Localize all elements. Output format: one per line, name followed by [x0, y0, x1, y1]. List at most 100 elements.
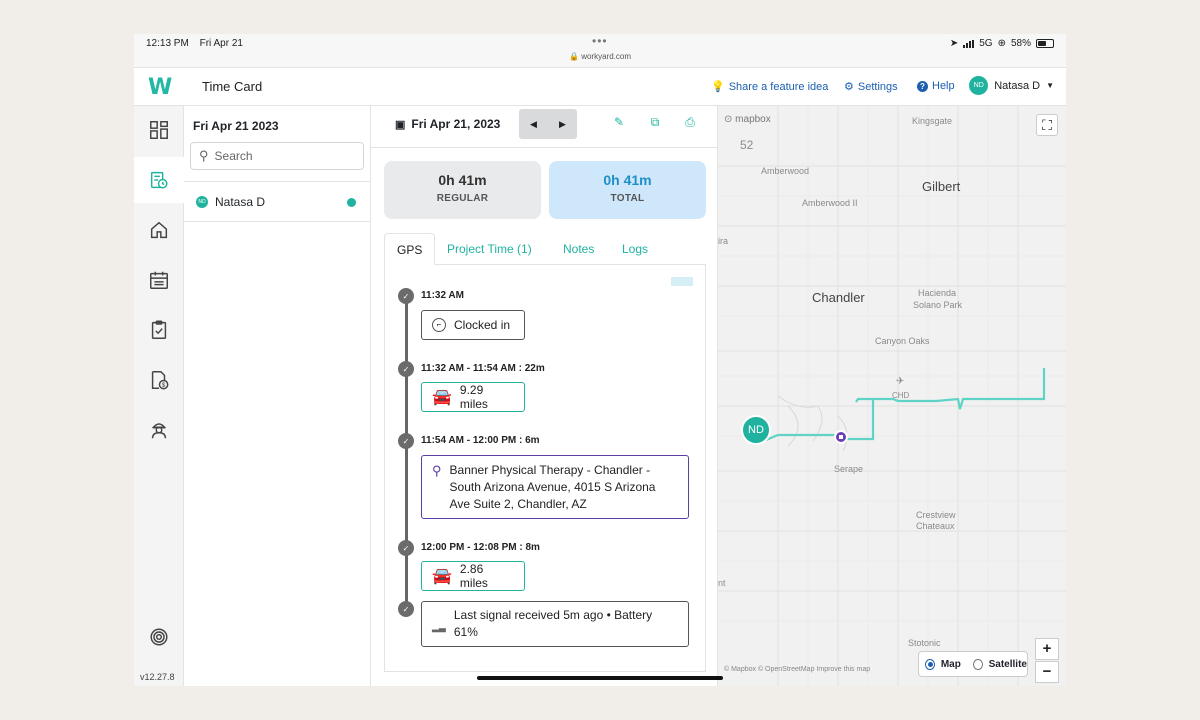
timeline-node-icon: ✓ — [398, 433, 414, 449]
fullscreen-icon[interactable]: ⛶ — [1036, 114, 1058, 136]
svg-text:$: $ — [162, 382, 166, 389]
workyard-logo[interactable]: W — [148, 75, 172, 100]
user-location-marker[interactable]: ND — [741, 415, 771, 445]
regular-hours-label: REGULAR — [436, 193, 489, 204]
settings-link[interactable]: ⚙ Settings — [844, 80, 898, 94]
help-link[interactable]: ? Help — [917, 80, 955, 92]
status-bar: 12:13 PM Fri Apr 21 ••• 🔒 workyard.com ➤… — [134, 34, 1066, 68]
cell-signal-icon — [963, 39, 975, 48]
map-layer-toggle: Map Satellite — [918, 651, 1028, 677]
timeline-time: 11:54 AM - 12:00 PM : 6m — [421, 435, 540, 446]
clocked-in-event[interactable]: ⌐ Clocked in — [421, 310, 525, 340]
timeline-node-icon: ✓ — [398, 601, 414, 617]
battery-percent: 58% — [1010, 38, 1031, 49]
person-name: Natasa D — [215, 194, 266, 209]
map-label: Chateaux — [916, 521, 955, 531]
calendar-icon — [150, 271, 168, 289]
map-label: Crestview — [916, 510, 956, 520]
satellite-layer-radio[interactable] — [972, 658, 983, 670]
tab-logs[interactable]: Logs — [622, 233, 648, 265]
location-stop-event[interactable]: ⚲ Banner Physical Therapy - Chandler - S… — [421, 455, 689, 519]
avatar: ND — [196, 195, 208, 208]
last-signal-event: ▂▃ Last signal received 5m ago • Battery… — [421, 601, 689, 647]
gear-icon: ⚙ — [844, 81, 854, 93]
dashboard-icon — [150, 121, 168, 139]
search-placeholder: Search — [214, 149, 253, 163]
date-toolbar: ▣ Fri Apr 21, 2023 ◀ ▶ ✎ ⧉ ⎙ — [371, 106, 718, 148]
distance-label: 2.86 miles — [459, 562, 488, 590]
calendar-small-icon[interactable]: ▣ — [395, 118, 405, 131]
help-label: Help — [932, 80, 955, 92]
map-label: CHD — [892, 391, 910, 400]
clock-icon: ⌐ — [432, 318, 446, 332]
map-label: Stotonic — [908, 638, 941, 648]
nav-workers[interactable] — [134, 407, 184, 453]
settings-label: Settings — [857, 80, 898, 93]
drive-event[interactable]: 🚘 2.86 miles — [421, 561, 525, 591]
next-day-button[interactable]: ▶ — [559, 119, 566, 130]
nav-tasks[interactable] — [134, 307, 184, 353]
map-attribution[interactable]: © Mapbox © OpenStreetMap Improve this ma… — [724, 666, 870, 673]
share-feature-link[interactable]: 💡 Share a feature idea — [711, 80, 828, 94]
tab-project-time[interactable]: Project Time (1) — [447, 233, 532, 265]
nav-timecard[interactable] — [134, 157, 184, 203]
search-input[interactable]: ⚲ Search — [190, 142, 364, 170]
mapbox-logo-text: mapbox — [735, 114, 771, 125]
multitask-dots-icon[interactable]: ••• — [592, 34, 608, 48]
address-url[interactable]: 🔒 workyard.com — [134, 52, 1066, 61]
total-hours-card: 0h 41m TOTAL — [549, 161, 706, 219]
zoom-out-button[interactable]: − — [1035, 661, 1059, 683]
status-time: 12:13 PM — [146, 38, 189, 49]
satellite-layer-label: Satellite — [988, 658, 1027, 670]
map-layer-label: Map — [940, 658, 961, 670]
destination-marker[interactable] — [834, 430, 848, 444]
signal-label: Last signal received 5m ago • Battery 61… — [453, 608, 653, 639]
checklist-icon — [151, 320, 167, 339]
map-pin-icon: ⚲ — [432, 463, 442, 478]
expense-icon: $ — [151, 371, 169, 390]
event-label: Clocked in — [454, 318, 511, 332]
regular-hours-card: 0h 41m REGULAR — [384, 161, 541, 219]
user-name: Natasa D — [994, 79, 1041, 92]
map-label: nt — [718, 578, 726, 588]
nav-expenses[interactable]: $ — [134, 357, 184, 403]
nav-rail: $ v12.27.8 — [134, 106, 184, 686]
chevron-down-icon: ▼ — [1046, 81, 1054, 90]
car-icon: 🚘 — [432, 389, 452, 406]
map-label: 52 — [740, 138, 754, 152]
prev-day-button[interactable]: ◀ — [530, 119, 537, 130]
tab-gps[interactable]: GPS — [384, 233, 436, 265]
copy-icon[interactable]: ⧉ — [647, 115, 663, 131]
app-header: W Time Card 💡 Share a feature idea ⚙ Set… — [134, 68, 1066, 106]
timeline-node-icon: ✓ — [398, 288, 414, 304]
search-icon: ⚲ — [199, 148, 209, 163]
person-row[interactable]: ND Natasa D — [184, 182, 371, 222]
timecard-icon — [150, 171, 168, 189]
tab-notes[interactable]: Notes — [563, 233, 594, 265]
print-icon[interactable]: ⎙ — [682, 115, 698, 131]
regular-hours-value: 0h 41m — [438, 172, 487, 188]
distance-label: 9.29 miles — [459, 383, 488, 411]
worker-icon — [151, 423, 167, 439]
timeline-time: 12:00 PM - 12:08 PM : 8m — [421, 542, 540, 553]
timeline-time: 11:32 AM - 11:54 AM : 22m — [421, 363, 545, 374]
airport-icon: ✈ — [896, 376, 905, 387]
user-menu[interactable]: ND Natasa D ▼ — [969, 76, 1054, 95]
nav-dashboard[interactable] — [134, 107, 184, 153]
people-panel: Fri Apr 21 2023 ⚲ Search ND Natasa D — [184, 106, 371, 686]
edit-icon[interactable]: ✎ — [611, 115, 627, 131]
car-icon: 🚘 — [432, 568, 452, 585]
drive-event[interactable]: 🚘 9.29 miles — [421, 382, 525, 412]
home-indicator[interactable] — [477, 676, 723, 680]
nav-calendar[interactable] — [134, 257, 184, 303]
map-layer-radio[interactable] — [925, 658, 935, 670]
route-map[interactable]: ⊙ mapbox Kingsgate 52 Amberwood Gilbert … — [718, 106, 1066, 686]
panel-marker — [671, 277, 693, 286]
location-label: Banner Physical Therapy - Chandler - Sou… — [449, 463, 656, 511]
help-icon: ? — [917, 80, 928, 92]
status-date: Fri Apr 21 — [199, 38, 243, 49]
zoom-in-button[interactable]: + — [1035, 638, 1059, 660]
nav-home[interactable] — [134, 207, 184, 253]
nav-settings[interactable] — [134, 614, 184, 660]
people-date: Fri Apr 21 2023 — [193, 119, 279, 133]
